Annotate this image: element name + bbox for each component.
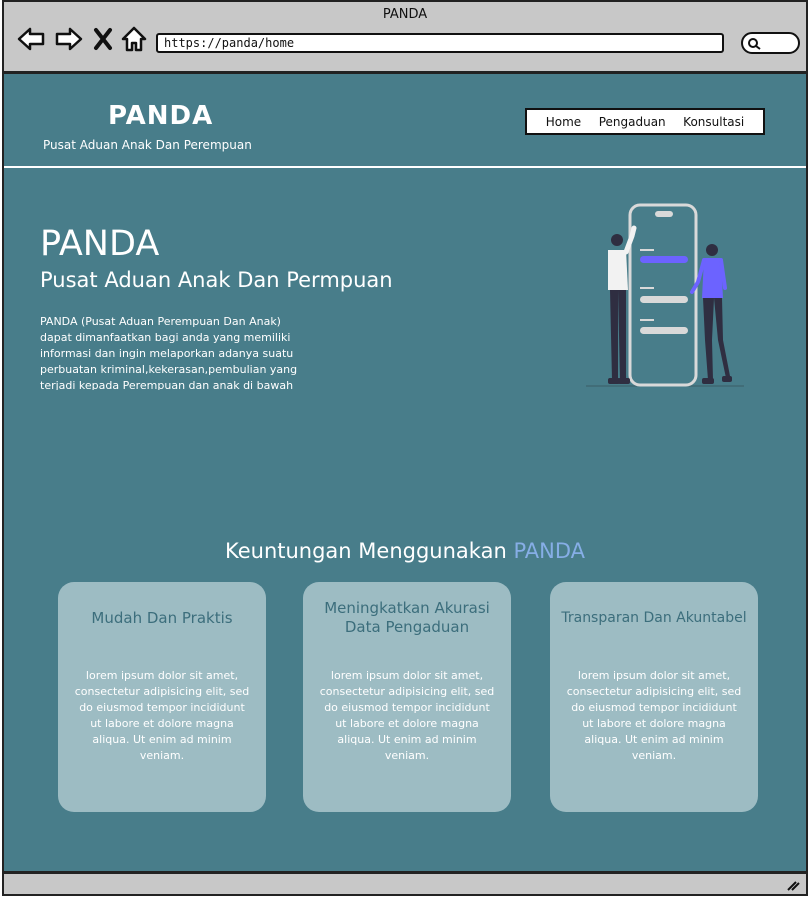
nav-item-konsultasi[interactable]: Konsultasi	[683, 115, 744, 129]
search-icon	[748, 38, 761, 50]
benefit-card: Mudah Dan Praktis lorem ipsum dolor sit …	[58, 582, 266, 812]
benefit-card-title: Mudah Dan Praktis	[91, 609, 233, 627]
benefits-title-prefix: Keuntungan Menggunakan	[224, 539, 514, 563]
nav-item-pengaduan[interactable]: Pengaduan	[599, 115, 666, 129]
benefit-card-text: lorem ipsum dolor sit amet, consectetur …	[319, 669, 495, 762]
benefits-title: Keuntungan Menggunakan PANDA	[4, 539, 806, 563]
home-icon[interactable]	[120, 24, 150, 54]
header-divider	[4, 166, 806, 168]
main-nav: Home Pengaduan Konsultasi	[525, 108, 765, 135]
hero-description: PANDA (Pusat Aduan Perempuan Dan Anak) d…	[40, 315, 298, 390]
nav-item-home[interactable]: Home	[546, 115, 581, 129]
site-tagline: Pusat Aduan Anak Dan Perempuan	[43, 138, 252, 152]
benefit-card-text: lorem ipsum dolor sit amet, consectetur …	[74, 669, 250, 762]
benefit-card-title: Transparan Dan Akuntabel	[561, 610, 747, 626]
resize-handle-icon[interactable]	[786, 879, 800, 891]
status-bar	[4, 871, 806, 894]
back-arrow-icon[interactable]	[16, 24, 46, 54]
address-bar[interactable]: https://panda/home	[156, 33, 724, 53]
window-title: PANDA	[382, 7, 428, 22]
forward-arrow-icon[interactable]	[54, 24, 84, 54]
benefit-card: Meningkatkan Akurasi Data Pengaduan lore…	[303, 582, 511, 812]
benefit-card-text: lorem ipsum dolor sit amet, consectetur …	[566, 669, 742, 762]
close-icon[interactable]	[92, 24, 122, 54]
search-field[interactable]	[741, 32, 800, 54]
browser-window: PANDA https://panda/home PANDA Pusat Adu…	[2, 0, 808, 896]
benefit-card: Transparan Dan Akuntabel lorem ipsum dol…	[550, 582, 758, 812]
benefit-card-title: Meningkatkan Akurasi Data Pengaduan	[324, 599, 490, 636]
browser-toolbar: PANDA https://panda/home	[4, 2, 806, 74]
page-content: PANDA Pusat Aduan Anak Dan Perempuan Hom…	[4, 74, 806, 871]
hero-title: PANDA	[40, 224, 160, 264]
hero-subtitle: Pusat Aduan Anak Dan Permpuan	[40, 268, 393, 292]
hero-illustration	[584, 200, 754, 396]
benefits-title-accent: PANDA	[513, 539, 585, 563]
site-logo[interactable]: PANDA	[108, 101, 213, 131]
